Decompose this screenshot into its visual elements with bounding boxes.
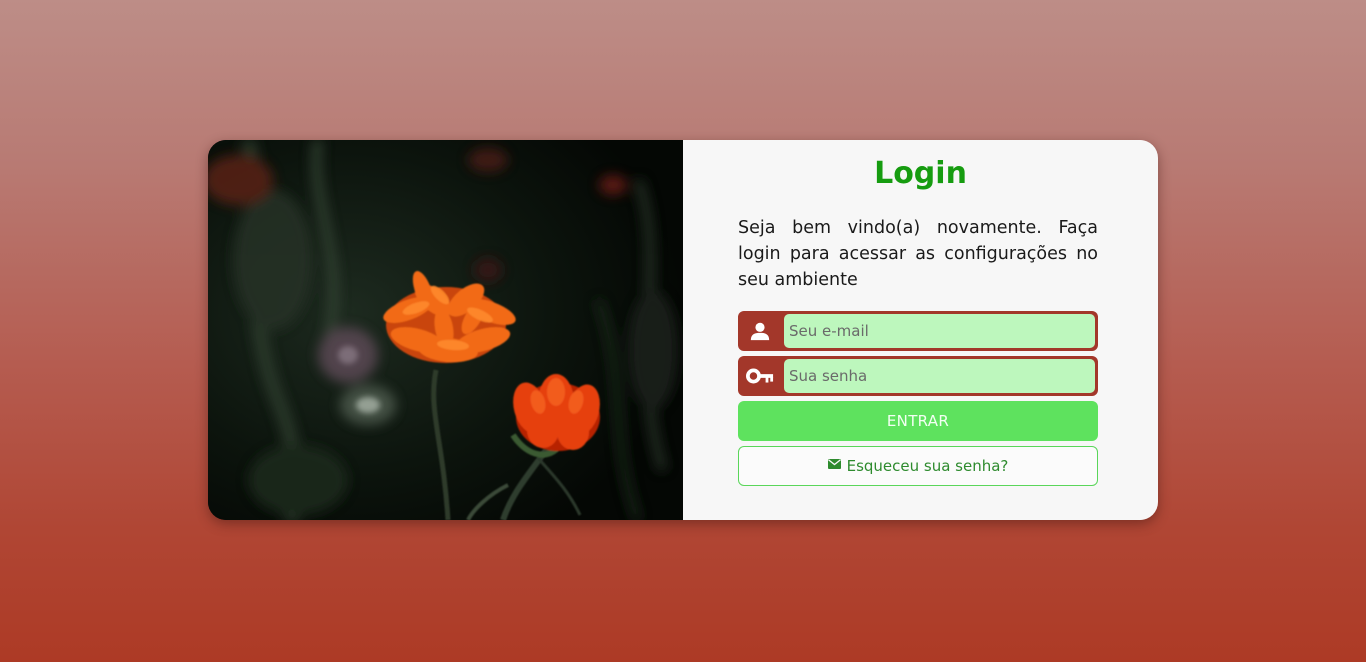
forgot-password-label: Esqueceu sua senha?	[846, 457, 1009, 475]
email-field	[738, 311, 1098, 351]
flower-photo	[208, 140, 683, 520]
user-icon	[746, 319, 774, 343]
login-card: Login Seja bem vindo(a) novamente. Faça …	[208, 140, 1158, 520]
login-subtitle: Seja bem vindo(a) novamente. Faça login …	[738, 218, 1098, 290]
key-icon	[746, 364, 774, 388]
forgot-password-button[interactable]: Esqueceu sua senha?	[738, 446, 1098, 486]
password-input[interactable]	[784, 359, 1095, 393]
password-field	[738, 356, 1098, 396]
login-panel: Login Seja bem vindo(a) novamente. Faça …	[683, 140, 1158, 520]
submit-button[interactable]: ENTRAR	[738, 401, 1098, 441]
flower-photo-image	[208, 140, 683, 520]
login-title: Login	[874, 156, 967, 191]
email-input[interactable]	[784, 314, 1095, 348]
envelope-icon	[827, 459, 841, 469]
